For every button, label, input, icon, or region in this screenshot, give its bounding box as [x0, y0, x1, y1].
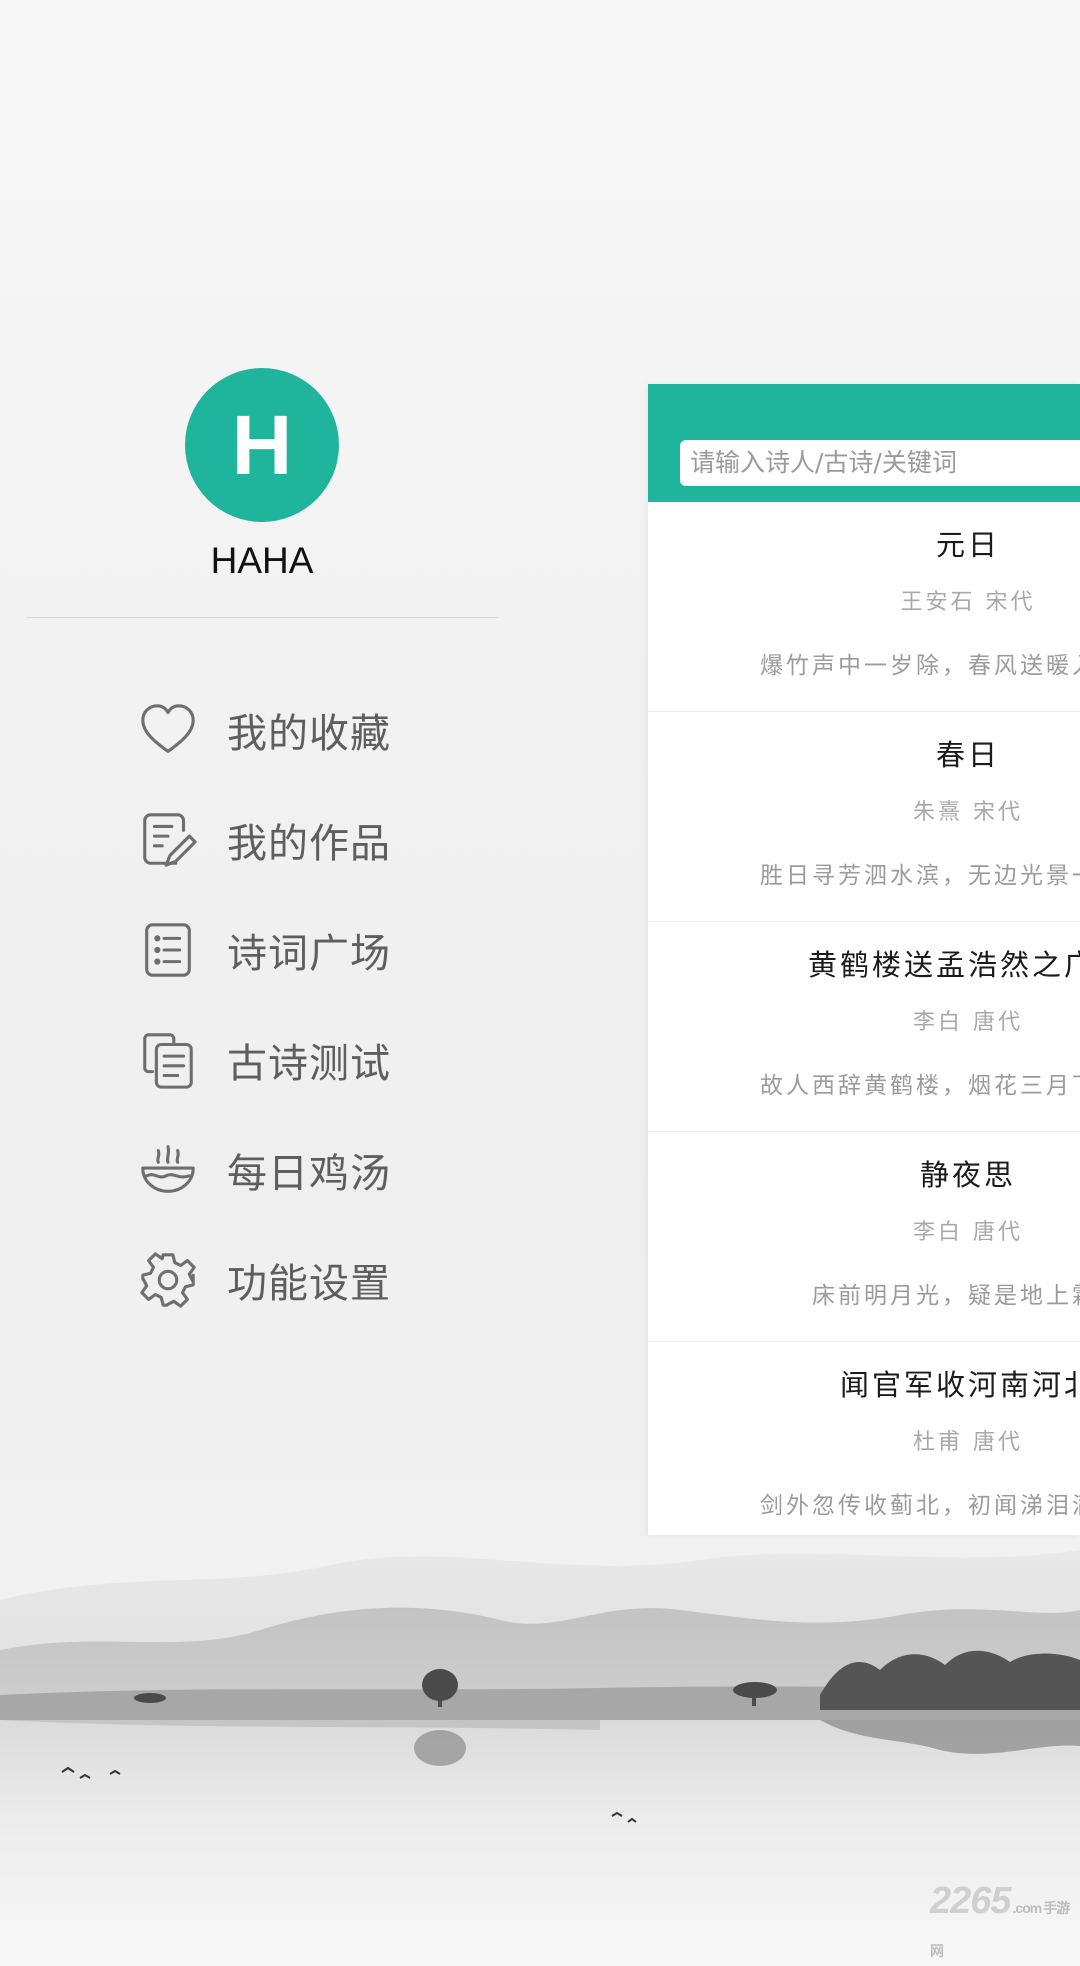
menu-label: 我的收藏 — [227, 711, 391, 757]
menu-item-daily-soup[interactable]: 每日鸡汤 — [135, 1115, 391, 1225]
poem-card[interactable]: 元日 王安石 宋代 爆竹声中一岁除，春风送暖入屠苏。 — [648, 502, 1080, 712]
avatar-letter: H — [231, 397, 293, 492]
site-watermark: 2265 .com 手游网 — [930, 1880, 1080, 1966]
poem-title: 闻官军收河南河北 — [839, 1368, 1080, 1402]
menu-label: 我的作品 — [227, 821, 391, 867]
poem-author: 李白 唐代 — [913, 1010, 1023, 1035]
avatar[interactable]: H — [185, 368, 339, 522]
menu-item-my-works[interactable]: 我的作品 — [135, 785, 391, 895]
poem-title: 黄鹤楼送孟浩然之广陵 — [807, 948, 1080, 982]
watermark-brand: 2265 — [930, 1880, 1012, 1922]
poem-first-line: 故人西辞黄鹤楼，烟花三月下扬州。 — [760, 1073, 1080, 1099]
poem-card[interactable]: 静夜思 李白 唐代 床前明月光，疑是地上霜。 — [648, 1132, 1080, 1342]
panel-header: 请输入诗人/古诗/关键词 — [648, 384, 1080, 502]
menu-item-poem-test[interactable]: 古诗测试 — [135, 1005, 391, 1115]
poem-first-line: 胜日寻芳泗水滨，无边光景一时新。 — [760, 863, 1080, 889]
main-content-panel[interactable]: 请输入诗人/古诗/关键词 元日 王安石 宋代 爆竹声中一岁除，春风送暖入屠苏。 … — [648, 384, 1080, 1535]
menu-label: 每日鸡汤 — [227, 1151, 391, 1197]
poem-author: 王安石 宋代 — [900, 590, 1036, 615]
poem-first-line: 爆竹声中一岁除，春风送暖入屠苏。 — [760, 653, 1080, 679]
poem-first-line: 床前明月光，疑是地上霜。 — [812, 1283, 1080, 1309]
poem-author: 李白 唐代 — [913, 1220, 1023, 1245]
menu-label: 功能设置 — [227, 1261, 391, 1307]
poem-title: 静夜思 — [919, 1158, 1016, 1192]
poem-list: 元日 王安石 宋代 爆竹声中一岁除，春风送暖入屠苏。 春日 朱熹 宋代 胜日寻芳… — [648, 502, 1080, 1535]
menu-item-settings[interactable]: 功能设置 — [135, 1225, 391, 1335]
poem-card[interactable]: 黄鹤楼送孟浩然之广陵 李白 唐代 故人西辞黄鹤楼，烟花三月下扬州。 — [648, 922, 1080, 1132]
drawer-menu: 我的收藏 我的作品 诗词广场 古诗测试 每日鸡汤 功能设置 — [135, 675, 391, 1335]
poem-card[interactable]: 春日 朱熹 宋代 胜日寻芳泗水滨，无边光景一时新。 — [648, 712, 1080, 922]
heart-icon — [135, 697, 201, 763]
poem-author: 朱熹 宋代 — [913, 800, 1023, 825]
soup-bowl-icon — [135, 1137, 201, 1203]
poem-first-line: 剑外忽传收蓟北，初闻涕泪满衣裳。 — [760, 1493, 1080, 1519]
poem-card[interactable]: 闻官军收河南河北 杜甫 唐代 剑外忽传收蓟北，初闻涕泪满衣裳。 — [648, 1342, 1080, 1535]
menu-item-favorites[interactable]: 我的收藏 — [135, 675, 391, 785]
menu-label: 古诗测试 — [227, 1041, 391, 1087]
poem-title: 春日 — [935, 738, 1000, 772]
list-icon — [135, 917, 201, 983]
watermark-suffix: .com — [1012, 1900, 1043, 1916]
divider — [26, 617, 498, 618]
edit-note-icon — [135, 807, 201, 873]
landscape-background — [0, 1550, 1080, 1920]
gear-icon — [135, 1247, 201, 1313]
search-input[interactable]: 请输入诗人/古诗/关键词 — [680, 440, 1080, 486]
copy-document-icon — [135, 1027, 201, 1093]
poem-title: 元日 — [935, 528, 1000, 562]
username: HAHA — [210, 540, 314, 581]
menu-item-poetry-plaza[interactable]: 诗词广场 — [135, 895, 391, 1005]
poem-author: 杜甫 唐代 — [913, 1430, 1023, 1455]
menu-label: 诗词广场 — [227, 931, 391, 977]
